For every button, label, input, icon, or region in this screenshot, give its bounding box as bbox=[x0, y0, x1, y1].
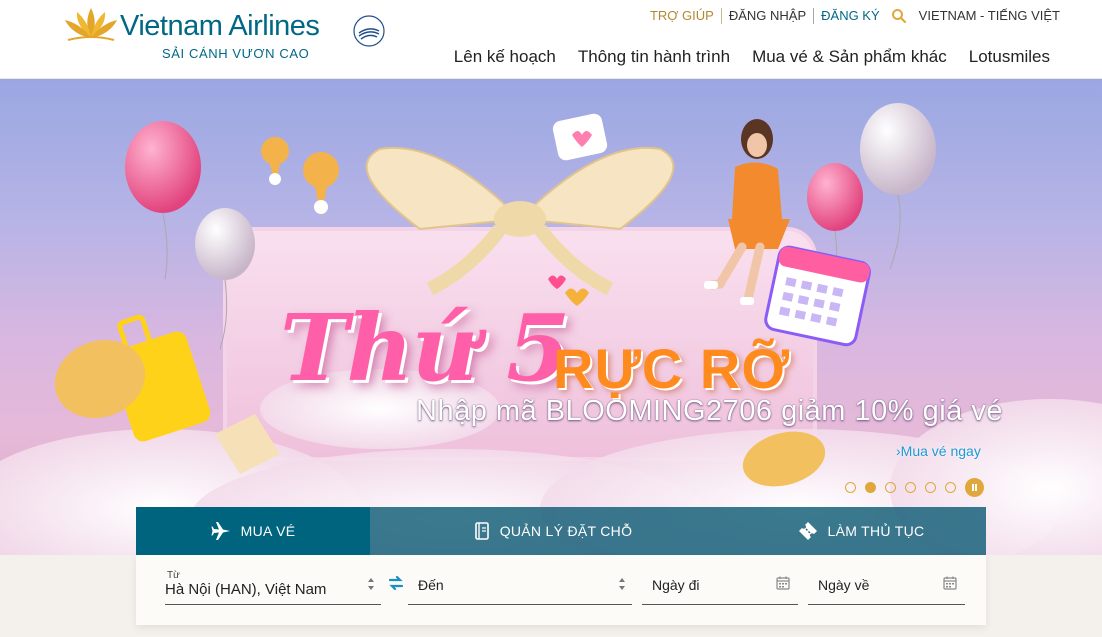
search-icon bbox=[891, 9, 906, 24]
carousel-dot[interactable] bbox=[925, 482, 936, 493]
tab-manage-booking-label: QUẢN LÝ ĐẶT CHỖ bbox=[499, 523, 633, 539]
help-link[interactable]: TRỢ GIÚP bbox=[650, 8, 722, 24]
return-date-field[interactable]: Ngày về bbox=[808, 567, 965, 605]
carousel-dot[interactable] bbox=[845, 482, 856, 493]
hero-banner[interactable]: Thứ 5 RỰC RỠ Nhập mã BLOOMING2706 giảm 1… bbox=[0, 79, 1102, 555]
tab-buy-ticket[interactable]: MUA VÉ bbox=[136, 507, 370, 555]
plane-icon bbox=[211, 522, 230, 540]
from-label: Từ bbox=[167, 570, 180, 581]
nav-trip-info[interactable]: Thông tin hành trình bbox=[578, 47, 730, 67]
carousel-dot[interactable] bbox=[885, 482, 896, 493]
promo-title: Thứ 5 bbox=[280, 294, 570, 402]
pause-icon[interactable] bbox=[965, 478, 984, 497]
tab-check-in-label: LÀM THỦ TỤC bbox=[827, 523, 925, 539]
depart-date-placeholder: Ngày đi bbox=[652, 577, 700, 593]
nav-plan[interactable]: Lên kế hoạch bbox=[454, 47, 556, 67]
from-value: Hà Nội (HAN), Việt Nam bbox=[165, 581, 327, 598]
return-date-placeholder: Ngày về bbox=[818, 577, 870, 593]
to-placeholder: Đến bbox=[418, 577, 444, 593]
promo-code-text: Nhập mã BLOOMING2706 giảm 10% giá vé bbox=[416, 395, 1003, 427]
calendar-icon bbox=[776, 576, 790, 590]
carousel-dot[interactable] bbox=[945, 482, 956, 493]
search-button[interactable] bbox=[887, 8, 915, 24]
lotus-icon bbox=[65, 8, 117, 41]
carousel-indicators bbox=[845, 478, 984, 497]
depart-date-field[interactable]: Ngày đi bbox=[642, 567, 798, 605]
booklet-icon bbox=[474, 522, 489, 540]
logo-wordmark: Vietnam Airlines bbox=[120, 10, 320, 42]
site-header: Vietnam Airlines SẢI CÁNH VƯƠN CAO TRỢ G… bbox=[0, 0, 1102, 79]
calendar-icon bbox=[943, 576, 957, 590]
utility-links: TRỢ GIÚP ĐĂNG NHẬP ĐĂNG KÝ VIETNAM - TIẾ… bbox=[650, 8, 1060, 24]
skyteam-icon bbox=[353, 15, 385, 47]
tab-manage-booking[interactable]: QUẢN LÝ ĐẶT CHỖ bbox=[370, 507, 736, 555]
from-field[interactable]: Từ Hà Nội (HAN), Việt Nam bbox=[165, 567, 381, 605]
nav-lotusmiles[interactable]: Lotusmiles bbox=[969, 47, 1050, 67]
vietnam-airlines-logo[interactable]: Vietnam Airlines SẢI CÁNH VƯƠN CAO bbox=[62, 4, 387, 64]
logo-tagline: SẢI CÁNH VƯƠN CAO bbox=[162, 46, 310, 61]
language-selector[interactable]: VIETNAM - TIẾNG VIỆT bbox=[919, 8, 1060, 24]
sort-arrows-icon bbox=[619, 578, 625, 590]
swap-icon[interactable] bbox=[388, 575, 404, 591]
login-link[interactable]: ĐĂNG NHẬP bbox=[722, 8, 815, 24]
carousel-dot-active[interactable] bbox=[865, 482, 876, 493]
register-link[interactable]: ĐĂNG KÝ bbox=[814, 8, 887, 24]
to-field[interactable]: Đến bbox=[408, 567, 632, 605]
sort-arrows-icon bbox=[368, 578, 374, 590]
booking-tabs: MUA VÉ QUẢN LÝ ĐẶT CHỖ LÀM THỦ TỤC bbox=[136, 507, 986, 555]
main-nav: Lên kế hoạch Thông tin hành trình Mua vé… bbox=[454, 47, 1050, 67]
ticket-icon bbox=[798, 522, 817, 540]
nav-buy-tickets[interactable]: Mua vé & Sản phẩm khác bbox=[752, 47, 947, 67]
buy-now-label: Mua vé ngay bbox=[900, 443, 981, 459]
promo-subtitle: RỰC RỠ bbox=[553, 337, 791, 400]
buy-now-link[interactable]: ›Mua vé ngay bbox=[896, 443, 981, 459]
tab-check-in[interactable]: LÀM THỦ TỤC bbox=[736, 507, 986, 555]
booking-form: Từ Hà Nội (HAN), Việt Nam Đến Ngày đi Ng… bbox=[136, 555, 986, 625]
tab-buy-ticket-label: MUA VÉ bbox=[240, 523, 296, 539]
carousel-dot[interactable] bbox=[905, 482, 916, 493]
